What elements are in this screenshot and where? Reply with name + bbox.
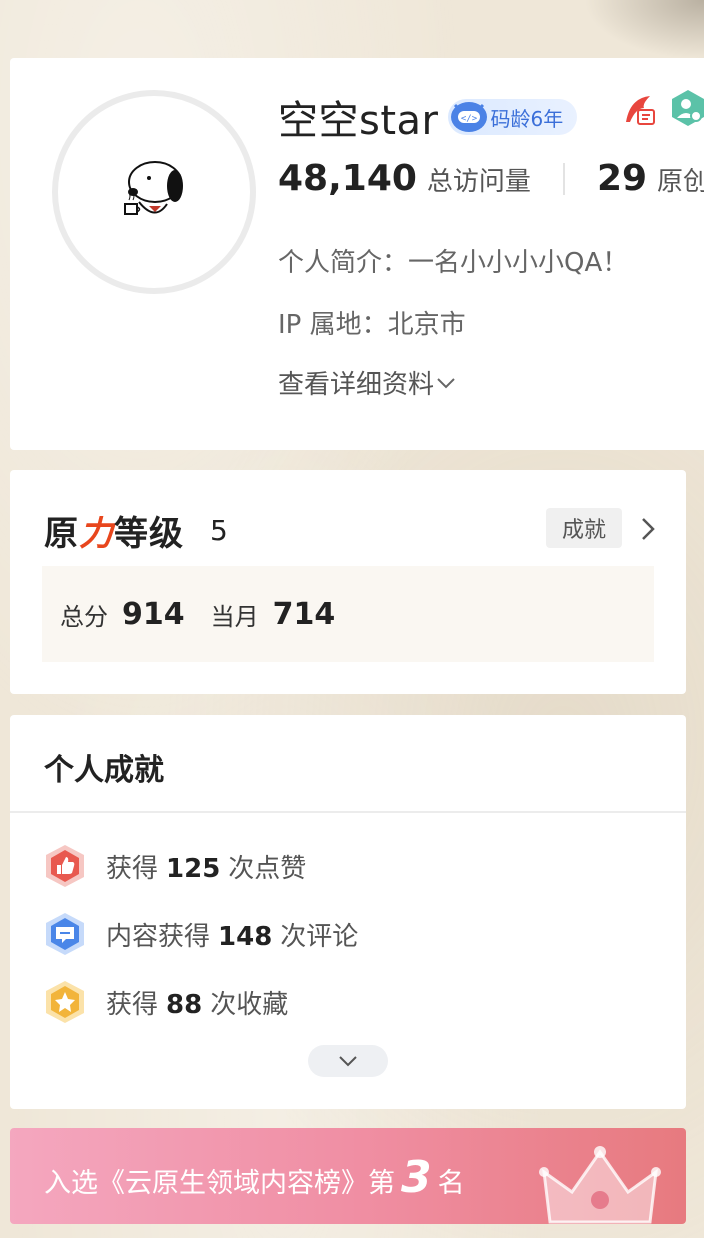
total-score-label: 总分 bbox=[60, 602, 108, 631]
achievement-text: 内容获得 148 次评论 bbox=[106, 916, 358, 953]
crown-icon bbox=[539, 1146, 661, 1224]
code-icon: </> bbox=[448, 99, 490, 135]
ranking-text: 入选《云原生领域内容榜》第 3 名 bbox=[44, 1152, 465, 1203]
blog-badge-icon[interactable] bbox=[620, 92, 658, 134]
code-age-badge[interactable]: </> 码龄6年 bbox=[448, 99, 578, 135]
score-box: 总分 914 当月 714 bbox=[42, 566, 654, 662]
svg-text:</>: </> bbox=[461, 114, 478, 124]
month-score-value: 714 bbox=[272, 596, 336, 632]
level-value: 5 bbox=[210, 514, 228, 547]
originals-count[interactable]: 29 bbox=[597, 158, 647, 199]
level-card: 原力等级 5 成就 总分 914 当月 714 bbox=[10, 470, 686, 694]
background-decoration bbox=[584, 0, 704, 60]
view-details-link[interactable]: 查看详细资料 bbox=[278, 364, 458, 401]
achievement-suffix: 次收藏 bbox=[210, 989, 289, 1020]
chevron-right-icon[interactable] bbox=[638, 516, 658, 542]
divider bbox=[10, 811, 686, 813]
achievement-text: 获得 125 次点赞 bbox=[106, 848, 306, 885]
ranking-number: 3 bbox=[401, 1152, 432, 1203]
level-logo: 原力等级 bbox=[44, 506, 184, 555]
stat-divider bbox=[562, 162, 565, 195]
achievements-card: 个人成就 获得 125 次点赞 内容获得 148 次评论 获得 88 次收藏 bbox=[10, 715, 686, 1109]
verified-user-badge-icon[interactable] bbox=[668, 88, 704, 132]
level-logo-accent: 力 bbox=[79, 514, 114, 554]
achievement-item-comments: 内容获得 148 次评论 bbox=[42, 911, 358, 957]
profile-intro: 个人简介：一名小小小小QA！ bbox=[278, 248, 629, 278]
achievement-prefix: 获得 bbox=[106, 853, 159, 884]
visits-label: 总访问量 bbox=[426, 167, 531, 197]
achievement-count: 125 bbox=[166, 853, 221, 884]
username: 空空star bbox=[278, 98, 439, 144]
chevron-down-icon bbox=[437, 377, 455, 388]
level-logo-part1: 原 bbox=[44, 514, 79, 554]
achievement-suffix: 次点赞 bbox=[228, 853, 307, 884]
achievement-count: 88 bbox=[166, 989, 203, 1020]
level-logo-part2: 等级 bbox=[114, 514, 184, 554]
comment-icon bbox=[46, 913, 84, 955]
achievement-prefix: 内容获得 bbox=[106, 921, 211, 952]
view-details-label: 查看详细资料 bbox=[278, 370, 435, 400]
stats-row: 48,140 总访问量 29 原创 bbox=[278, 158, 704, 199]
achievement-item-likes: 获得 125 次点赞 bbox=[42, 843, 306, 889]
ranking-suffix: 名 bbox=[437, 1168, 465, 1199]
profile-card: 空空star </> 码龄6年 48,140 总访问量 29 原创 个人简介：一… bbox=[10, 58, 704, 450]
achievements-button[interactable]: 成就 bbox=[546, 508, 622, 548]
code-age-text: 码龄6年 bbox=[490, 106, 564, 131]
snoopy-avatar-icon bbox=[124, 161, 183, 215]
username-row: 空空star </> 码龄6年 bbox=[278, 88, 578, 146]
ranking-banner[interactable]: 入选《云原生领域内容榜》第 3 名 bbox=[10, 1128, 686, 1224]
level-title: 原力等级 5 bbox=[44, 506, 228, 555]
thumbs-up-icon bbox=[46, 845, 84, 887]
star-icon bbox=[46, 981, 84, 1023]
achievement-item-favorites: 获得 88 次收藏 bbox=[42, 979, 288, 1025]
originals-label[interactable]: 原创 bbox=[657, 161, 704, 198]
achievements-title: 个人成就 bbox=[44, 753, 164, 788]
expand-achievements-button[interactable] bbox=[308, 1045, 388, 1077]
visits-count: 48,140 bbox=[278, 158, 417, 199]
total-score-value: 914 bbox=[122, 596, 185, 632]
achievement-text: 获得 88 次收藏 bbox=[106, 984, 288, 1021]
avatar[interactable] bbox=[52, 90, 256, 294]
achievement-prefix: 获得 bbox=[106, 989, 159, 1020]
ranking-prefix: 入选《云原生领域内容榜》第 bbox=[44, 1168, 395, 1199]
achievement-suffix: 次评论 bbox=[280, 921, 359, 952]
ip-location: IP 属地：北京市 bbox=[278, 310, 466, 340]
month-score-label: 当月 bbox=[210, 602, 259, 631]
chevron-down-icon bbox=[339, 1056, 357, 1067]
achievement-count: 148 bbox=[218, 921, 273, 952]
